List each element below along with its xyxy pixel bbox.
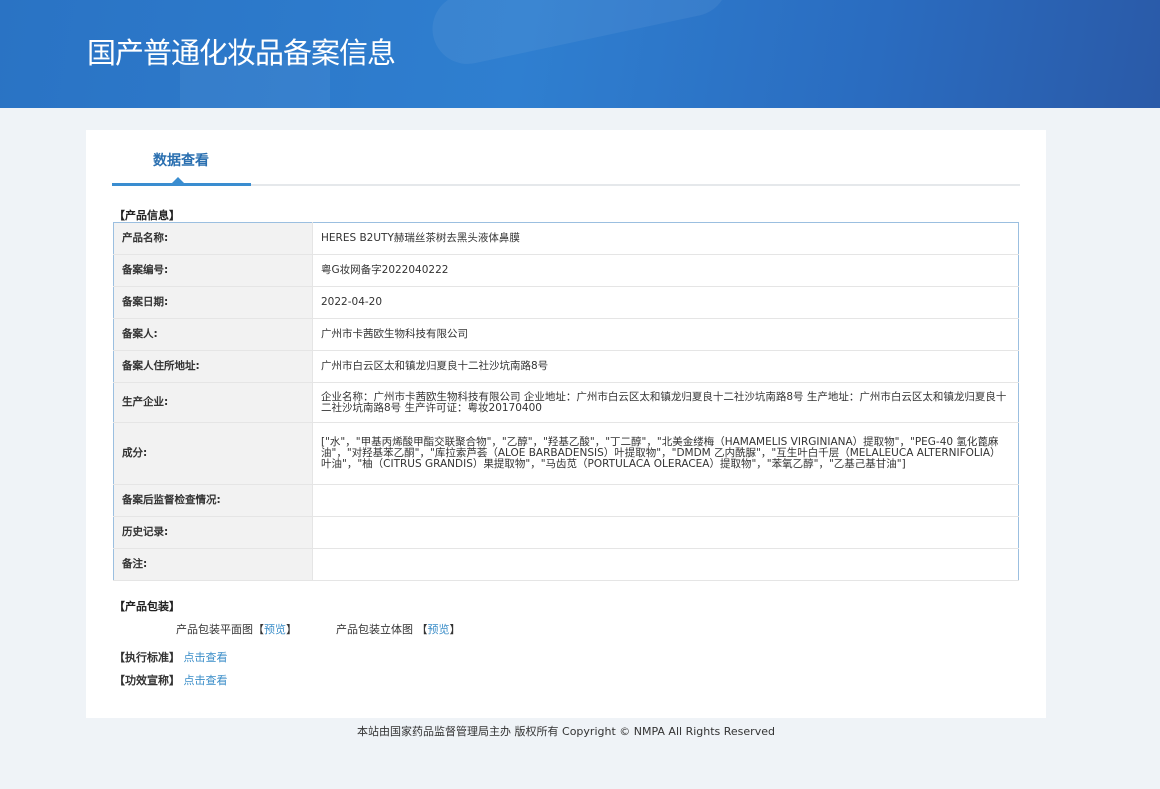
tab-active-indicator [112, 183, 251, 186]
standard-row: 【执行标准】 点击查看 [114, 649, 228, 665]
table-row: 备案日期: 2022-04-20 [113, 286, 1019, 319]
claims-link[interactable]: 点击查看 [184, 674, 228, 687]
table-row: 备案人住所地址: 广州市白云区太和镇龙归夏良十二社沙坑南路8号 [113, 350, 1019, 383]
product-info-table: 产品名称: HERES B2UTY赫瑞丝茶树去黑头液体鼻膜 备案编号: 粤G妆网备字2… [113, 222, 1019, 581]
standard-link[interactable]: 点击查看 [184, 651, 228, 664]
solid-label: 产品包装立体图 [336, 623, 413, 636]
row-value: HERES B2UTY赫瑞丝茶树去黑头液体鼻膜 [312, 222, 1019, 255]
row-label: 成分: [113, 422, 313, 485]
row-value: 2022-04-20 [312, 286, 1019, 319]
flat-preview-link[interactable]: 预览 [264, 623, 286, 636]
packaging-heading: 【产品包装】 [114, 600, 180, 613]
bracket: 】 [449, 623, 461, 636]
row-value: 广州市卡茜欧生物科技有限公司 [312, 318, 1019, 351]
table-row: 备案编号: 粤G妆网备字2022040222 [113, 254, 1019, 287]
row-label: 备案日期: [113, 286, 313, 319]
tab-data-view[interactable]: 数据查看 [112, 150, 250, 170]
packaging-flat: 产品包装平面图【预览】 [176, 621, 297, 637]
row-value [312, 548, 1019, 581]
flat-label: 产品包装平面图 [176, 623, 253, 636]
claims-label: 【功效宣称】 [114, 674, 180, 687]
row-value: 粤G妆网备字2022040222 [312, 254, 1019, 287]
row-value [312, 484, 1019, 517]
row-label: 备案后监督检查情况: [113, 484, 313, 517]
row-value: ["水"，"甲基丙烯酸甲酯交联聚合物"，"乙醇"，"羟基乙酸"，"丁二醇"，"北… [312, 422, 1019, 485]
row-value: 企业名称：广州市卡茜欧生物科技有限公司 企业地址：广州市白云区太和镇龙归夏良十二… [312, 382, 1019, 423]
footer-copyright: 本站由国家药品监督管理局主办 版权所有 Copyright © NMPA All… [357, 725, 775, 738]
packaging-solid: 产品包装立体图 【预览】 [336, 621, 461, 637]
row-label: 备案人: [113, 318, 313, 351]
claims-row: 【功效宣称】 点击查看 [114, 672, 228, 688]
table-row: 历史记录: [113, 516, 1019, 549]
bracket: 【 [253, 623, 264, 636]
product-info-heading: 【产品信息】 [114, 209, 180, 222]
row-label: 历史记录: [113, 516, 313, 549]
standard-label: 【执行标准】 [114, 651, 180, 664]
row-label: 备注: [113, 548, 313, 581]
row-label: 备案人住所地址: [113, 350, 313, 383]
row-value [312, 516, 1019, 549]
row-label: 产品名称: [113, 222, 313, 255]
table-row: 备案人: 广州市卡茜欧生物科技有限公司 [113, 318, 1019, 351]
table-row: 备注: [113, 548, 1019, 581]
table-row: 产品名称: HERES B2UTY赫瑞丝茶树去黑头液体鼻膜 [113, 222, 1019, 255]
row-value: 广州市白云区太和镇龙归夏良十二社沙坑南路8号 [312, 350, 1019, 383]
tab-arrow-icon [172, 177, 184, 183]
header-banner: 国产普通化妆品备案信息 [0, 0, 1160, 108]
bracket: 【 [416, 623, 428, 636]
row-label: 备案编号: [113, 254, 313, 287]
page-title: 国产普通化妆品备案信息 [87, 36, 396, 70]
table-row: 成分: ["水"，"甲基丙烯酸甲酯交联聚合物"，"乙醇"，"羟基乙酸"，"丁二醇"… [113, 422, 1019, 485]
bracket: 】 [286, 623, 297, 636]
solid-preview-link[interactable]: 预览 [428, 623, 450, 636]
table-row: 生产企业: 企业名称：广州市卡茜欧生物科技有限公司 企业地址：广州市白云区太和镇龙… [113, 382, 1019, 423]
row-label: 生产企业: [113, 382, 313, 423]
content-card: 数据查看 【产品信息】 产品名称: HERES B2UTY赫瑞丝茶树去黑头液体鼻膜… [86, 130, 1046, 718]
table-row: 备案后监督检查情况: [113, 484, 1019, 517]
